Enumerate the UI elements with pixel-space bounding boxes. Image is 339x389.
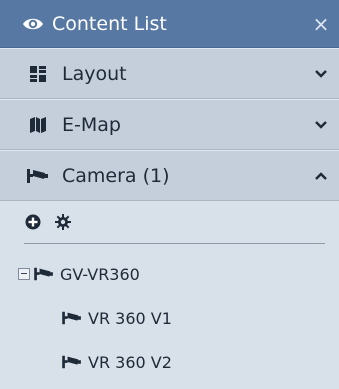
section-camera[interactable]: Camera (1) (0, 150, 339, 201)
tree-node-child-label: VR 360 V1 (88, 308, 172, 328)
map-icon (26, 115, 50, 135)
chevron-down-icon[interactable] (303, 64, 339, 84)
section-emap-label: E-Map (62, 113, 121, 136)
chevron-down-icon[interactable] (303, 115, 339, 135)
camera-icon (34, 265, 56, 283)
camera-toolbar (24, 201, 325, 244)
gear-icon[interactable] (54, 213, 72, 231)
panel-title: Content List (52, 12, 167, 35)
collapse-toggle[interactable] (18, 268, 30, 280)
tree-node-root[interactable]: GV-VR360 (0, 252, 339, 296)
layout-grid-icon (26, 64, 50, 84)
section-layout[interactable]: Layout (0, 48, 339, 99)
content-list-panel: Content List × Layout E-Map Camera (1) G… (0, 0, 339, 389)
section-camera-label: Camera (1) (62, 164, 170, 187)
chevron-up-icon[interactable] (303, 166, 339, 186)
camera-icon (62, 309, 84, 327)
tree-node-root-label: GV-VR360 (60, 264, 140, 284)
section-emap[interactable]: E-Map (0, 99, 339, 150)
tree-node-child[interactable]: VR 360 V1 (0, 296, 339, 340)
eye-icon (22, 13, 44, 35)
section-layout-label: Layout (62, 62, 127, 85)
tree-node-child[interactable]: VR 360 V2 (0, 340, 339, 384)
close-button[interactable]: × (303, 12, 339, 36)
add-circle-icon[interactable] (24, 213, 42, 231)
camera-tree: GV-VR360 VR 360 V1 VR 360 V2 (0, 244, 339, 384)
camera-icon (62, 353, 84, 371)
tree-node-child-label: VR 360 V2 (88, 352, 172, 372)
camera-icon (26, 166, 50, 186)
panel-titlebar: Content List × (0, 0, 339, 48)
